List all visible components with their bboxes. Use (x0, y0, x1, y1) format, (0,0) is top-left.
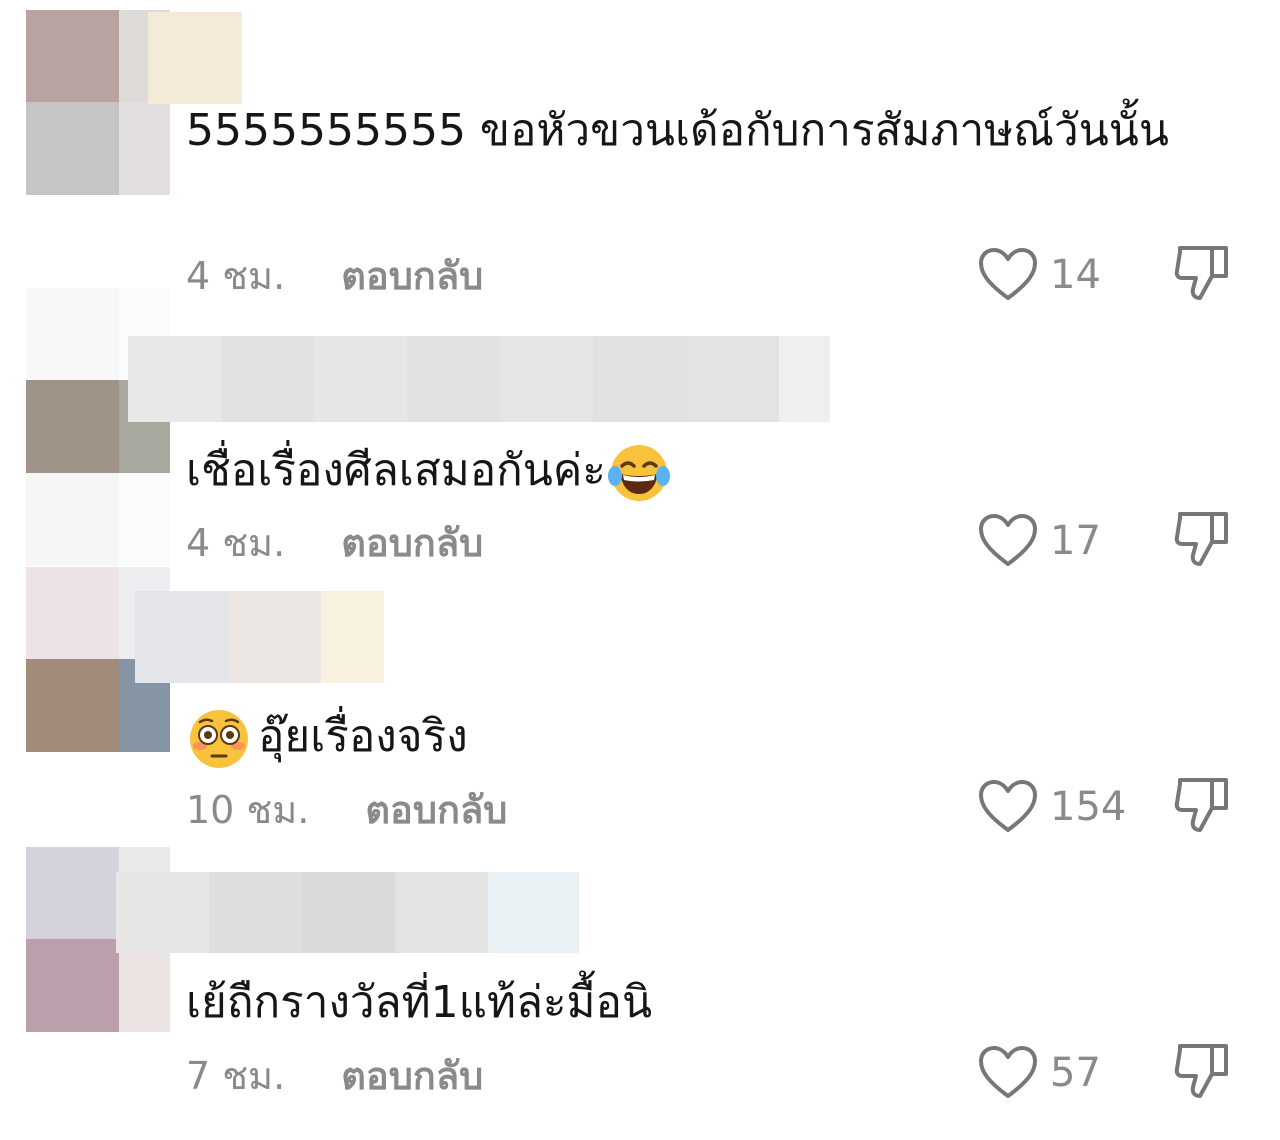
thumbs-down-outline-icon[interactable] (1172, 1040, 1232, 1100)
like-button[interactable]: 57 (978, 1044, 1101, 1102)
comment-time: 7 ชม. (186, 1053, 286, 1098)
heart-outline-icon (979, 248, 1037, 300)
reply-button[interactable]: ตอบกลับ (365, 779, 507, 840)
reply-button[interactable]: ตอบกลับ (341, 512, 483, 573)
reply-button[interactable]: ตอบกลับ (341, 245, 483, 306)
comment-text: อุ๊ยเรื่องจริง (186, 700, 1226, 774)
blurred-username (116, 872, 579, 953)
comment-meta: 7 ชม. ตอบกลับ (186, 1050, 483, 1100)
comment-meta: 4 ชม. ตอบกลับ (186, 517, 483, 567)
reply-button[interactable]: ตอบกลับ (341, 1045, 483, 1106)
avatar-lower (26, 473, 170, 566)
comment-text: เชื่อเรื่องศีลเสมอกันค่ะ (186, 434, 1226, 508)
like-count: 14 (1050, 252, 1101, 298)
comment-text: 5555555555 ขอหัวขวนเด้อกับการสัมภาษณ์วัน… (186, 105, 1169, 156)
comment-time: 4 ชม. (186, 520, 286, 565)
heart-outline-icon (979, 514, 1037, 566)
blurred-username (135, 591, 384, 683)
like-button[interactable]: 14 (978, 246, 1101, 304)
heart-outline-icon (979, 1046, 1037, 1098)
heart-outline-icon (979, 780, 1037, 832)
comment-meta: 10 ชม. ตอบกลับ (186, 784, 507, 834)
like-count: 57 (1050, 1050, 1101, 1096)
comment-meta: 4 ชม. ตอบกลับ (186, 250, 483, 300)
comment-time: 4 ชม. (186, 253, 286, 298)
face-with-tears-of-joy-icon (607, 445, 670, 501)
comment-time: 10 ชม. (186, 787, 310, 832)
thumbs-down-outline-icon[interactable] (1172, 508, 1232, 568)
blurred-username (148, 12, 242, 104)
comment-text-content: อุ๊ยเรื่องจริง (258, 711, 468, 762)
like-button[interactable]: 17 (978, 512, 1101, 570)
comment-text-content: เชื่อเรื่องศีลเสมอกันค่ะ (186, 445, 606, 496)
like-button[interactable]: 154 (978, 778, 1126, 836)
like-count: 154 (1050, 784, 1127, 830)
flushed-face-icon (190, 710, 248, 768)
like-count: 17 (1050, 518, 1101, 564)
comment-text: เย้ถืกรางวัลที่1แท้ล่ะมื้อนิ (186, 977, 653, 1028)
thumbs-down-outline-icon[interactable] (1172, 242, 1232, 302)
blurred-username (128, 336, 830, 422)
thumbs-down-outline-icon[interactable] (1172, 774, 1232, 834)
